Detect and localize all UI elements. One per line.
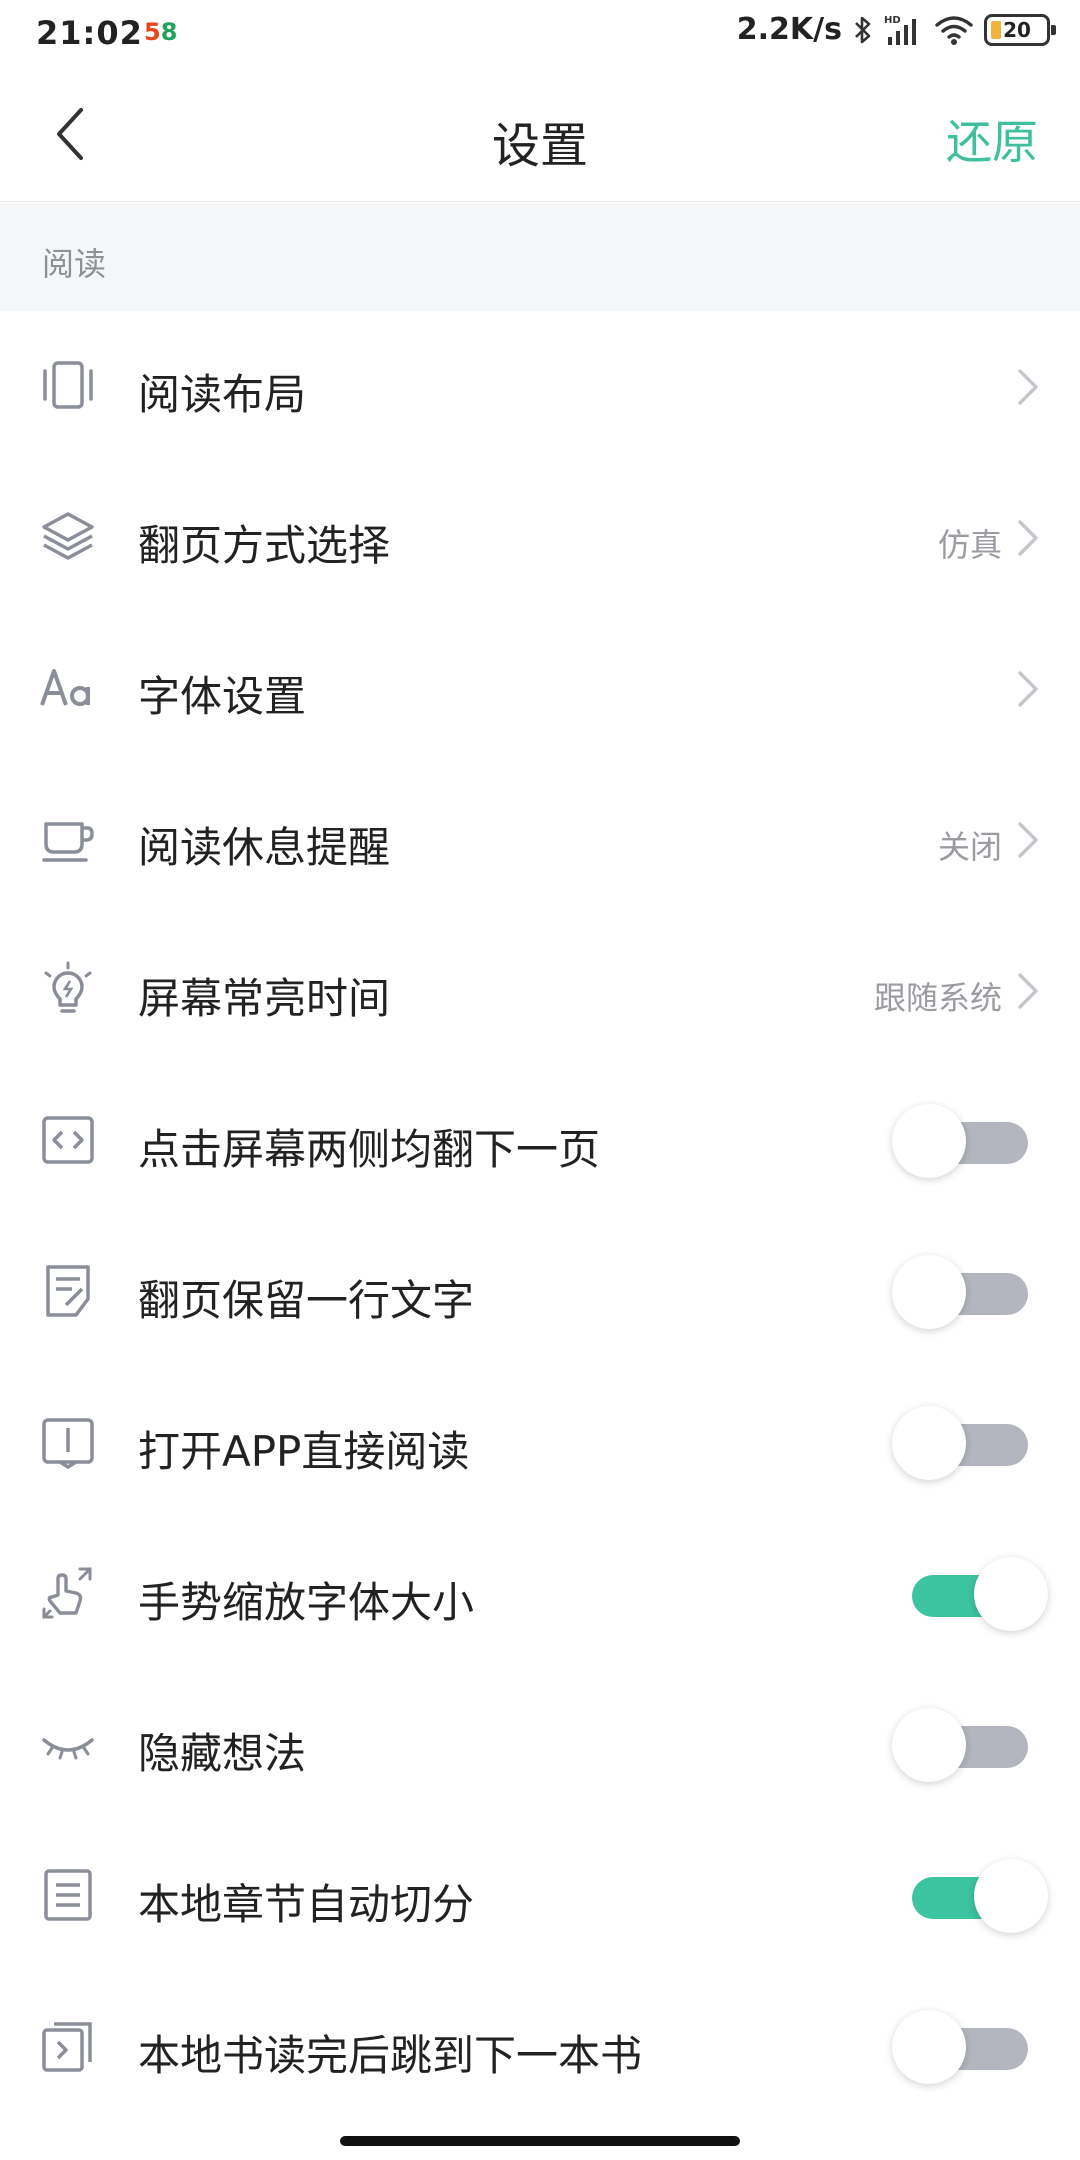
section-title: 阅读	[42, 245, 107, 283]
layers-icon	[40, 508, 96, 564]
setting-value: 关闭	[937, 828, 1002, 866]
setting-label: 阅读布局	[138, 370, 307, 419]
setting-next-local-book: 本地书读完后跳到下一本书	[0, 1972, 1080, 2123]
wifi-icon	[934, 14, 974, 46]
setting-label: 翻页方式选择	[138, 521, 391, 570]
toggle-switch[interactable]	[892, 1406, 1032, 1480]
setting-page-turn-mode[interactable]: 翻页方式选择 仿真	[0, 462, 1080, 613]
font-icon	[40, 659, 96, 715]
status-time: 21:02	[36, 14, 143, 52]
setting-label: 打开APP直接阅读	[138, 1427, 470, 1476]
setting-label: 手势缩放字体大小	[138, 1578, 475, 1627]
network-speed: 2.2K/s	[736, 12, 842, 47]
setting-label: 字体设置	[138, 672, 307, 721]
toggle-switch[interactable]	[892, 1708, 1032, 1782]
setting-font[interactable]: 字体设置	[0, 613, 1080, 764]
chevron-right-icon	[1018, 520, 1038, 556]
toggle-switch[interactable]	[908, 1557, 1048, 1631]
setting-label: 本地章节自动切分	[138, 1880, 475, 1929]
next-book-icon	[40, 2018, 96, 2074]
cellular-signal-icon: HD	[884, 13, 924, 47]
eye-closed-icon	[40, 1716, 96, 1772]
toggle-switch[interactable]	[892, 1255, 1032, 1329]
toggle-switch[interactable]	[908, 1859, 1048, 1933]
note-icon	[40, 1263, 96, 1319]
code-icon	[40, 1112, 96, 1168]
book-icon	[40, 1414, 96, 1470]
setting-open-app-read-directly: 打开APP直接阅读	[0, 1368, 1080, 1519]
toggle-switch[interactable]	[892, 1104, 1032, 1178]
setting-label: 阅读休息提醒	[138, 823, 391, 872]
bluetooth-icon	[852, 14, 874, 46]
settings-list: 阅读布局 翻页方式选择 仿真 字体设置 阅读休息提醒 关闭 屏幕常亮时间 跟随系…	[0, 311, 1080, 2123]
home-indicator[interactable]	[340, 2136, 740, 2146]
chevron-right-icon	[1018, 822, 1038, 858]
toggle-switch[interactable]	[892, 2010, 1032, 2084]
setting-value: 跟随系统	[873, 979, 1002, 1017]
setting-pinch-zoom-font: 手势缩放字体大小	[0, 1519, 1080, 1670]
bulb-icon	[40, 961, 96, 1017]
page-title: 设置	[491, 118, 588, 174]
layout-icon	[40, 357, 96, 413]
setting-hide-thoughts: 隐藏想法	[0, 1670, 1080, 1821]
section-header-reading: 阅读	[0, 203, 1080, 311]
status-right-group: 2.2K/s HD 20	[736, 12, 1056, 47]
setting-label: 点击屏幕两侧均翻下一页	[138, 1125, 601, 1174]
chevron-right-icon	[1018, 973, 1038, 1009]
app-58-notification-icon: 58	[144, 18, 178, 46]
restore-button[interactable]: 还原	[946, 106, 1038, 172]
setting-auto-split-chapters: 本地章节自动切分	[0, 1821, 1080, 1972]
setting-rest-reminder[interactable]: 阅读休息提醒 关闭	[0, 764, 1080, 915]
setting-label: 翻页保留一行文字	[138, 1276, 475, 1325]
setting-label: 屏幕常亮时间	[138, 974, 391, 1023]
setting-label: 隐藏想法	[138, 1729, 307, 1778]
setting-keep-one-line: 翻页保留一行文字	[0, 1217, 1080, 1368]
battery-icon: 20	[984, 13, 1056, 46]
chevron-right-icon	[1018, 369, 1038, 405]
battery-level: 20	[1003, 17, 1031, 42]
setting-label: 本地书读完后跳到下一本书	[138, 2031, 643, 2080]
status-bar: 21:02 58 2.2K/s HD 20	[0, 0, 1080, 66]
cup-icon	[40, 810, 96, 866]
setting-screen-timeout[interactable]: 屏幕常亮时间 跟随系统	[0, 915, 1080, 1066]
setting-tap-sides-next-page: 点击屏幕两侧均翻下一页	[0, 1066, 1080, 1217]
svg-text:HD: HD	[884, 15, 901, 26]
setting-value: 仿真	[937, 526, 1002, 564]
gesture-icon	[40, 1565, 96, 1621]
setting-reading-layout[interactable]: 阅读布局	[0, 311, 1080, 462]
navigation-bar: 设置 还原	[0, 66, 1080, 202]
chevron-right-icon	[1018, 671, 1038, 707]
list-icon	[40, 1867, 96, 1923]
